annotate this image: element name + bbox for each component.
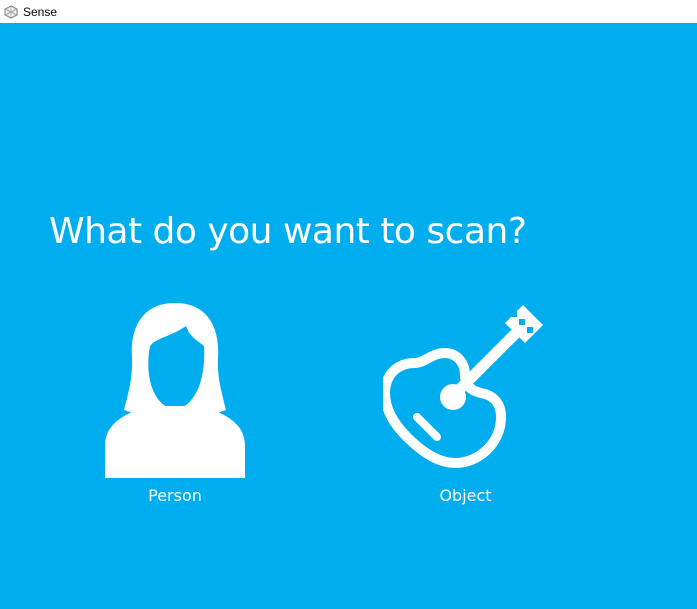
guitar-icon xyxy=(383,305,543,468)
person-icon xyxy=(105,303,245,478)
page-title: What do you want to scan? xyxy=(49,211,527,252)
app-window: Sense What do you want to scan? Person O… xyxy=(0,0,697,609)
title-bar[interactable]: Sense xyxy=(0,0,697,23)
person-label: Person xyxy=(148,486,202,505)
scan-selection-screen: What do you want to scan? Person Object xyxy=(0,23,697,609)
person-option-button[interactable]: Person xyxy=(95,293,255,513)
object-option-button[interactable]: Object xyxy=(378,293,553,513)
object-label: Object xyxy=(439,486,492,505)
sense-app-icon xyxy=(4,4,18,19)
window-title: Sense xyxy=(23,4,58,19)
